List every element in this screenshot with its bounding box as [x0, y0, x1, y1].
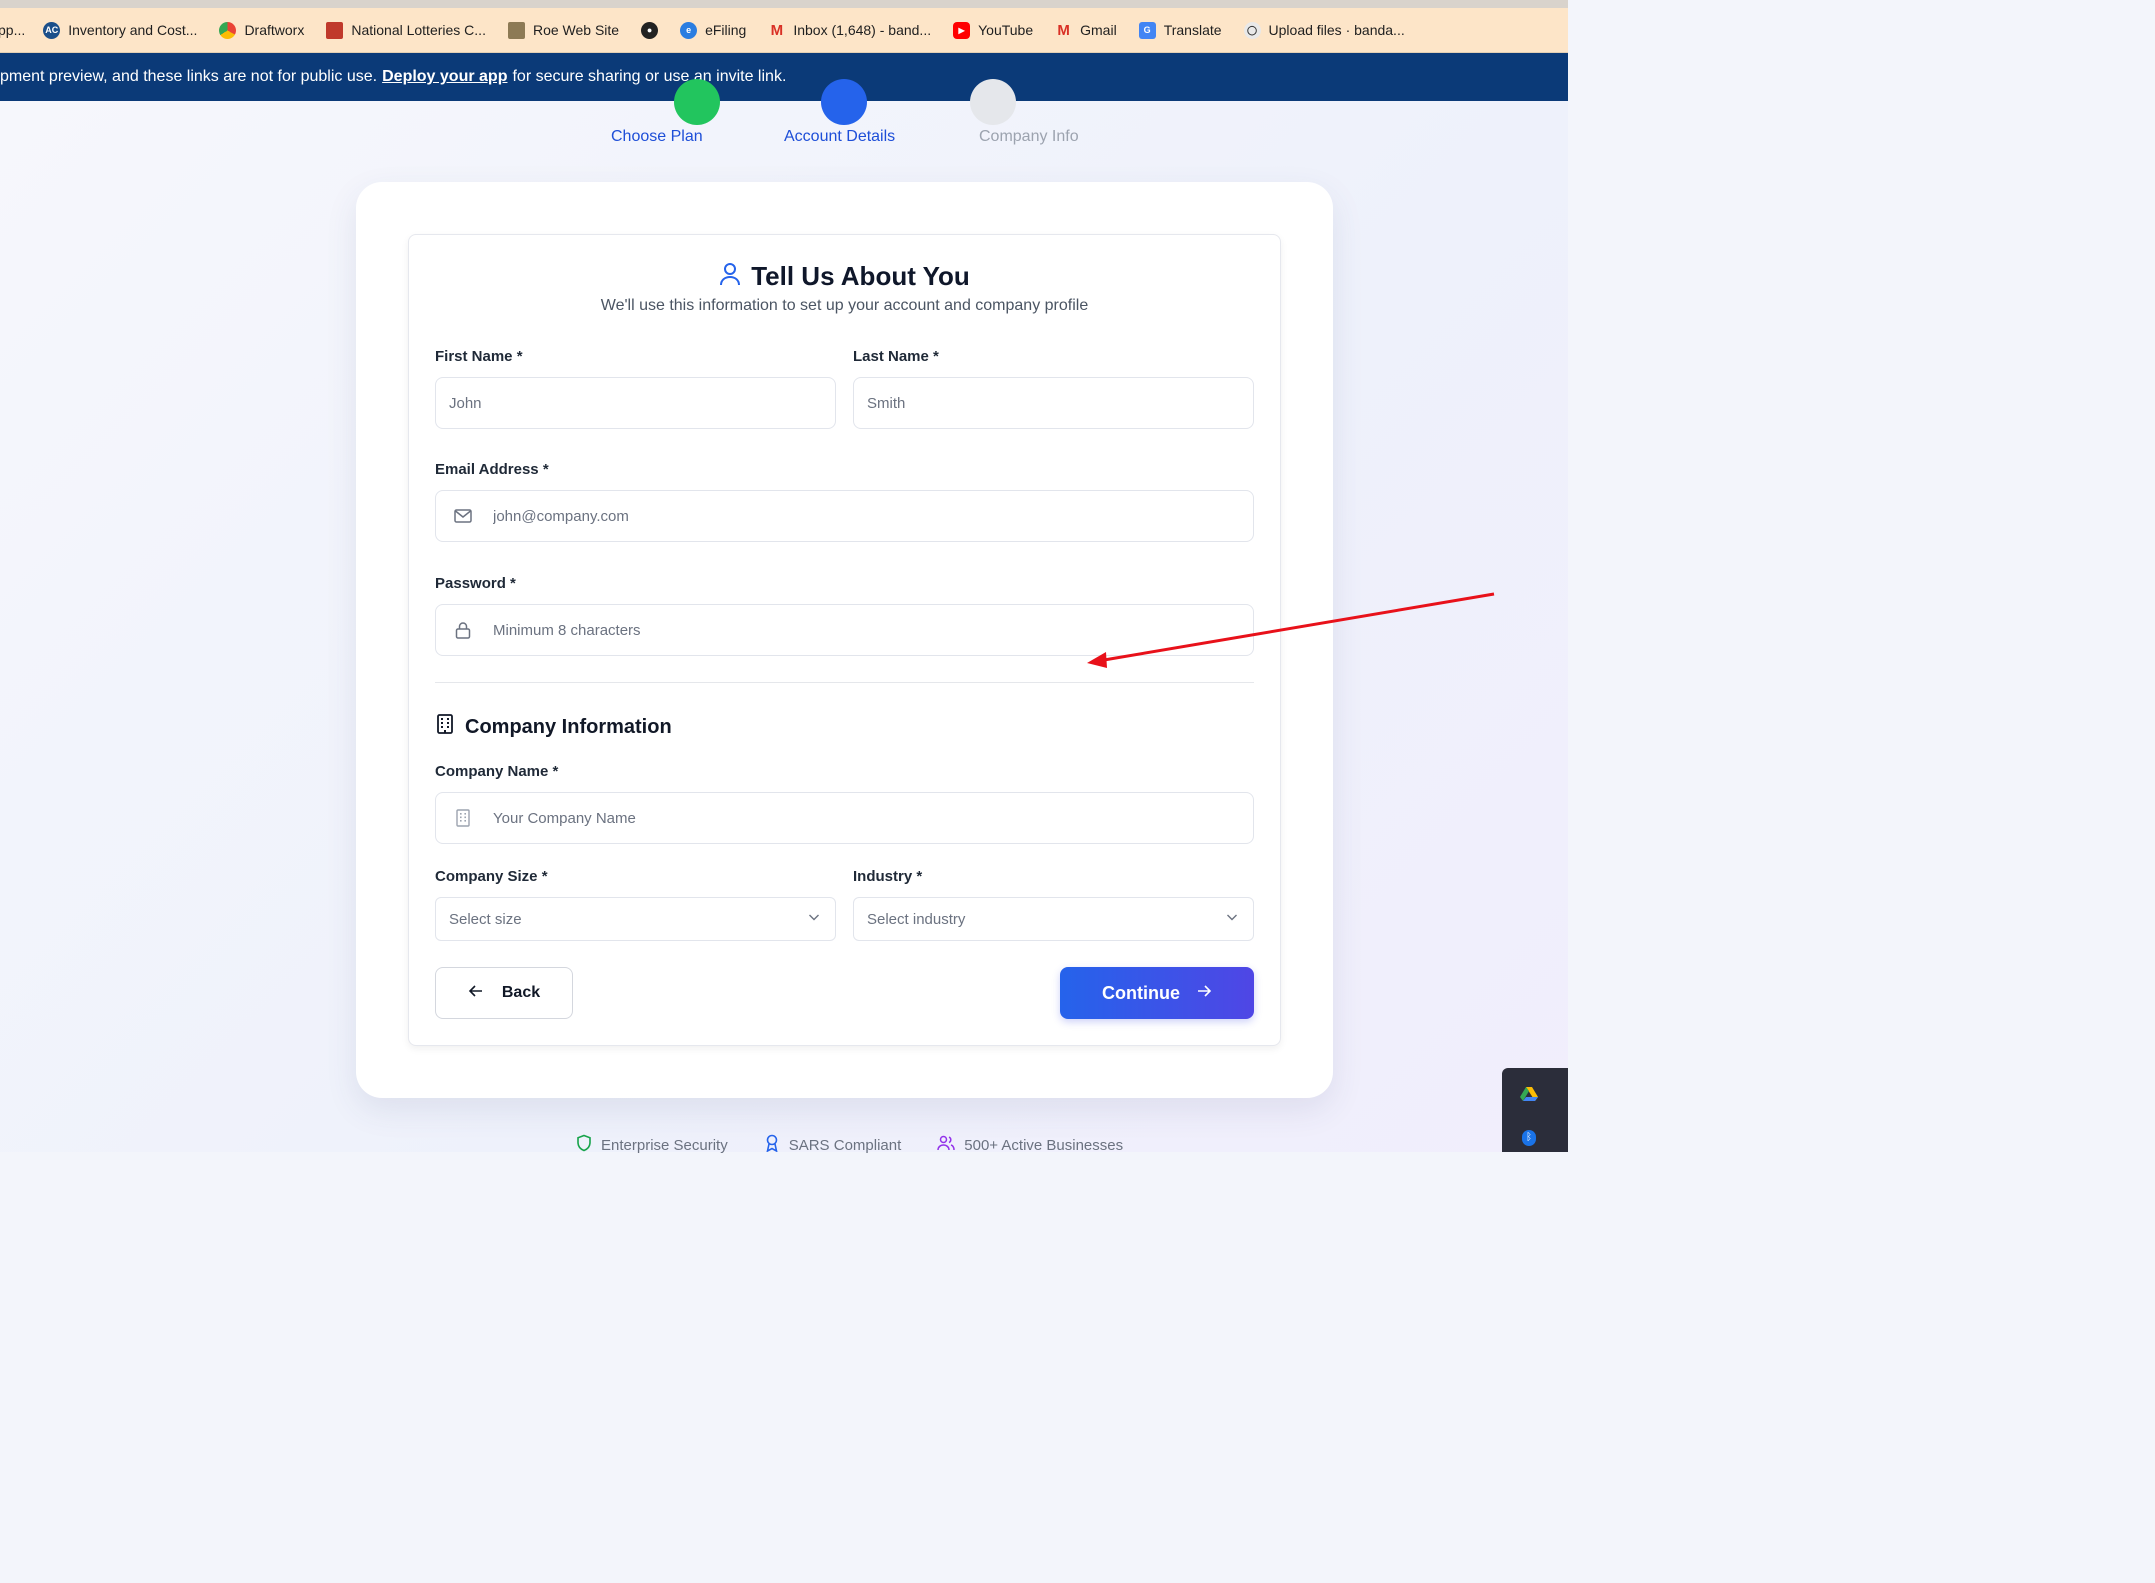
industry-value: Select industry: [867, 910, 966, 928]
bookmark-label: National Lotteries C...: [351, 22, 486, 38]
gmail-icon: M: [770, 21, 784, 39]
chrome-icon: [219, 21, 237, 39]
building-icon: [435, 713, 455, 741]
bookmark-label: Roe Web Site: [532, 22, 620, 38]
badge-label: Enterprise Security: [601, 1136, 728, 1154]
bookmark-label: Gmail: [1080, 22, 1117, 38]
first-name-input[interactable]: [449, 378, 835, 428]
badge-enterprise-security: Enterprise Security: [576, 1134, 728, 1156]
company-size-label: Company Size *: [435, 868, 548, 885]
email-field[interactable]: [435, 490, 1254, 542]
step-active-dot: [821, 79, 867, 125]
bookmark-item[interactable]: G Translate: [1138, 21, 1222, 39]
system-tray-popup: ᛒ: [1502, 1068, 1568, 1152]
step-complete-dot: [674, 79, 720, 125]
industry-select[interactable]: Select industry: [853, 897, 1254, 941]
first-name-label: First Name *: [435, 348, 523, 365]
step-label-company-info: Company Info: [979, 128, 1079, 145]
last-name-field[interactable]: [853, 377, 1254, 429]
banner-text: for secure sharing or use an invite link…: [512, 68, 787, 85]
form-header: Tell Us About You: [409, 261, 1280, 292]
deploy-app-link[interactable]: Deploy your app: [382, 68, 507, 86]
badge-active-businesses: 500+ Active Businesses: [937, 1134, 1123, 1156]
bookmark-item[interactable]: e eFiling: [680, 21, 747, 39]
first-name-field[interactable]: [435, 377, 836, 429]
bookmark-item[interactable]: ▶ YouTube: [953, 21, 1034, 39]
email-label: Email Address *: [435, 461, 549, 478]
bookmark-label: pp...: [0, 22, 26, 38]
bookmark-label: eFiling: [705, 22, 747, 38]
bookmark-item[interactable]: pp...: [0, 22, 25, 38]
bookmarks-bar: pp... AC Inventory and Cost... Draftworx …: [0, 0, 1568, 53]
section-divider: [435, 682, 1254, 683]
youtube-icon: ▶: [953, 21, 971, 39]
arrow-left-icon: [468, 983, 484, 1004]
ac-logo-icon: AC: [43, 21, 61, 39]
step-upcoming-dot: [970, 79, 1016, 125]
lotteries-icon: [326, 21, 344, 39]
banner-text: pment preview, and these links are not f…: [0, 68, 378, 85]
password-field[interactable]: [435, 604, 1254, 656]
badge-sars-compliant: SARS Compliant: [764, 1134, 902, 1156]
form-subtitle: We'll use this information to set up you…: [600, 297, 1089, 314]
preview-banner: pment preview, and these links are not f…: [0, 53, 1568, 101]
last-name-input[interactable]: [867, 378, 1253, 428]
users-icon: [937, 1134, 956, 1156]
trust-badges: Enterprise Security SARS Compliant 500+ …: [576, 1134, 1123, 1156]
back-button-label: Back: [501, 984, 541, 1001]
bookmark-item[interactable]: AC Inventory and Cost...: [43, 21, 198, 39]
translate-icon: G: [1138, 21, 1156, 39]
company-size-value: Select size: [449, 910, 522, 928]
company-section-header: Company Information: [435, 713, 672, 741]
email-input[interactable]: [493, 491, 1253, 541]
back-button[interactable]: Back: [435, 967, 573, 1019]
continue-button[interactable]: Continue: [1060, 967, 1254, 1019]
badge-label: SARS Compliant: [788, 1136, 902, 1154]
bluetooth-icon[interactable]: ᛒ: [1522, 1130, 1536, 1146]
building-icon: [453, 808, 473, 828]
shield-icon: [576, 1134, 592, 1156]
company-section-title: Company Information: [465, 715, 672, 738]
chevron-down-icon: [807, 910, 821, 928]
bookmark-item[interactable]: Roe Web Site: [507, 21, 620, 39]
company-name-input[interactable]: [493, 793, 1253, 843]
arrow-right-icon: [1196, 983, 1212, 1004]
form-title: Tell Us About You: [751, 261, 970, 291]
password-input[interactable]: [493, 605, 1253, 655]
lock-icon: [453, 620, 473, 640]
bookmark-item[interactable]: ●: [641, 21, 659, 39]
bookmark-label: Translate: [1163, 22, 1222, 38]
bookmark-label: Draftworx: [244, 22, 305, 38]
badge-label: 500+ Active Businesses: [964, 1136, 1124, 1154]
efiling-icon: e: [680, 21, 698, 39]
bookmark-label: Inbox (1,648) - band...: [793, 22, 932, 38]
github-icon: ◯: [1243, 21, 1261, 39]
bookmark-label: Upload files · banda...: [1268, 22, 1405, 38]
chevron-down-icon: [1225, 910, 1239, 928]
step-label-choose-plan[interactable]: Choose Plan: [611, 128, 703, 146]
company-name-field[interactable]: [435, 792, 1254, 844]
bookmark-label: YouTube: [978, 22, 1034, 38]
last-name-label: Last Name *: [853, 348, 939, 365]
bookmark-item[interactable]: ◯ Upload files · banda...: [1243, 21, 1405, 39]
roe-icon: [507, 21, 525, 39]
account-form: Tell Us About You We'll use this informa…: [408, 234, 1281, 1046]
bookmark-item[interactable]: M Inbox (1,648) - band...: [768, 21, 932, 39]
industry-label: Industry *: [853, 868, 923, 885]
company-size-select[interactable]: Select size: [435, 897, 836, 941]
bookmark-item[interactable]: Draftworx: [219, 21, 305, 39]
bookmark-item[interactable]: National Lotteries C...: [326, 21, 486, 39]
continue-button-label: Continue: [1102, 982, 1180, 1003]
password-label: Password *: [435, 575, 516, 592]
bookmark-label: Inventory and Cost...: [68, 22, 198, 38]
gmail-icon: M: [1057, 21, 1070, 39]
bookmark-item[interactable]: M Gmail: [1055, 21, 1117, 39]
award-icon: [764, 1134, 780, 1156]
user-icon: [719, 262, 741, 291]
mail-icon: [453, 506, 473, 526]
step-label-account-details[interactable]: Account Details: [784, 128, 895, 146]
google-drive-icon[interactable]: [1520, 1086, 1538, 1102]
company-name-label: Company Name *: [435, 763, 559, 780]
globe-icon: ●: [641, 21, 659, 39]
